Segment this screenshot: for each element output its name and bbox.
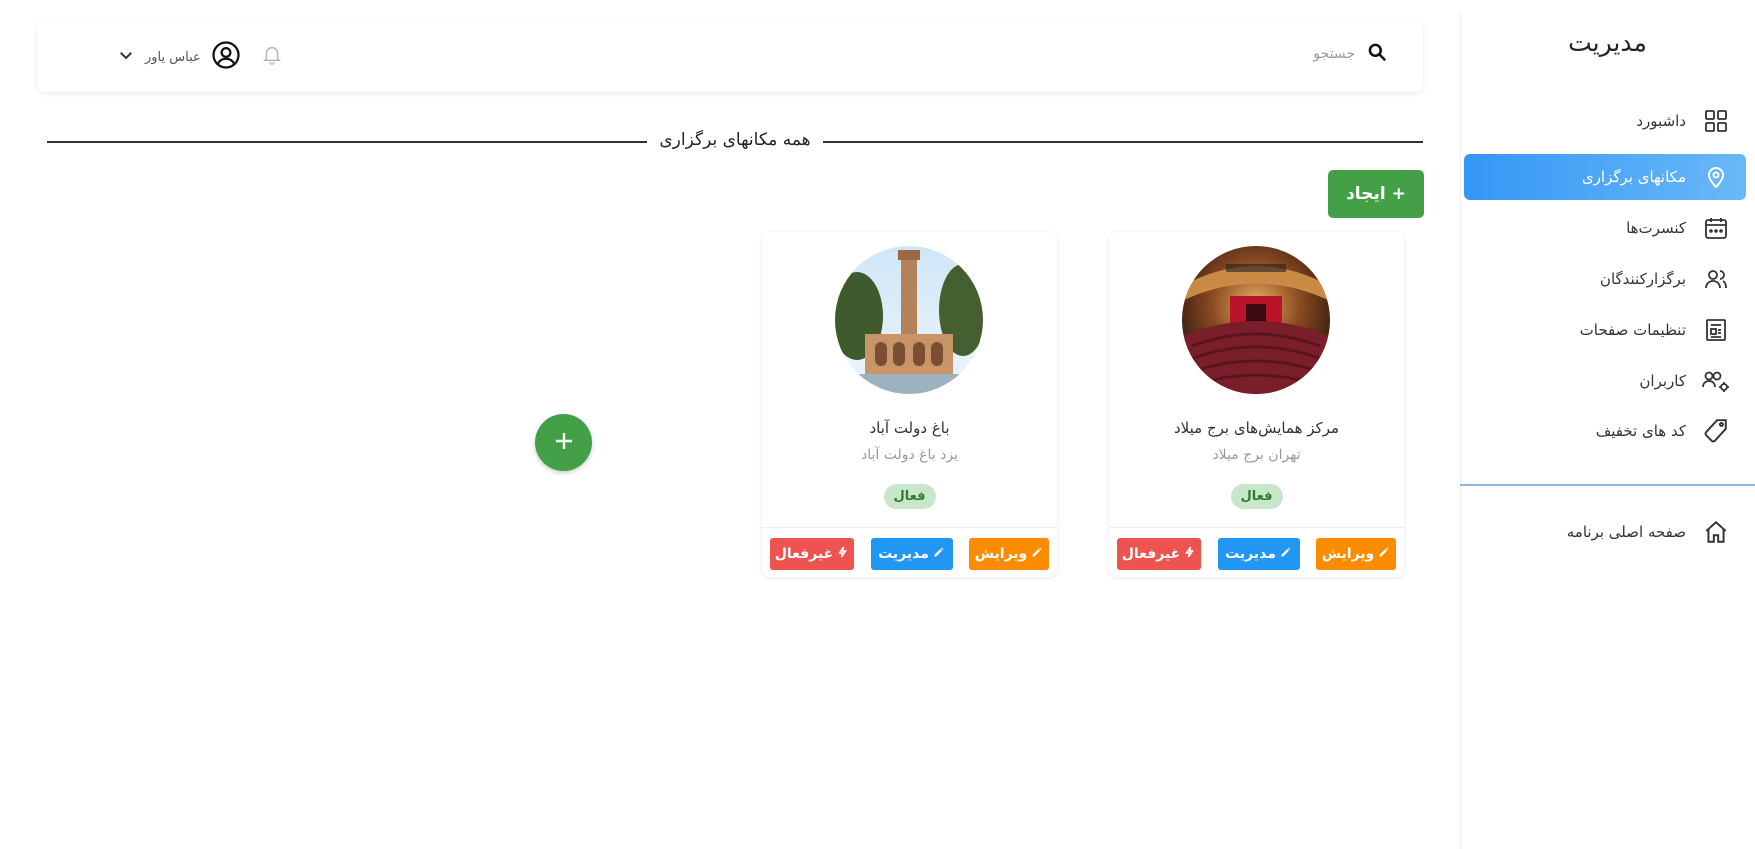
card-actions: غیرفعال مدیریت ویرایش bbox=[762, 527, 1057, 570]
add-venue-button[interactable] bbox=[535, 414, 592, 471]
grid-icon bbox=[1702, 107, 1730, 135]
pencil-icon bbox=[1378, 546, 1390, 562]
venue-location: تهران برج میلاد bbox=[1212, 447, 1301, 463]
search-box bbox=[1155, 42, 1387, 66]
sidebar-item-label: کد های تخفیف bbox=[1595, 422, 1686, 440]
deactivate-button-label: غیرفعال bbox=[1121, 546, 1181, 562]
venue-image bbox=[1182, 246, 1330, 394]
organizers-icon bbox=[1702, 265, 1730, 293]
deactivate-button-label: غیرفعال bbox=[774, 546, 834, 562]
sidebar-item-venues[interactable]: مکانهای برگزاری bbox=[1464, 154, 1746, 200]
status-badge: فعال bbox=[883, 484, 936, 509]
edit-button[interactable]: ویرایش bbox=[969, 538, 1049, 570]
manage-button-label: مدیریت bbox=[878, 546, 929, 562]
sidebar-item-label: صفحه اصلی برنامه bbox=[1566, 523, 1686, 541]
plus-icon bbox=[554, 431, 574, 455]
deactivate-button[interactable]: غیرفعال bbox=[770, 538, 854, 570]
venue-image bbox=[835, 246, 983, 394]
sidebar-item-label: کنسرت‌ها bbox=[1626, 219, 1686, 237]
notification-bell-icon[interactable] bbox=[261, 42, 283, 66]
sidebar-item-label: برگزارکنندگان bbox=[1599, 270, 1686, 288]
search-input[interactable] bbox=[1155, 46, 1355, 62]
sidebar-item-label: داشبورد bbox=[1636, 112, 1686, 130]
pencil-icon bbox=[1031, 546, 1043, 562]
manage-button-label: مدیریت bbox=[1225, 546, 1276, 562]
venue-card: مرکز همایش‌های برج میلاد تهران برج میلاد… bbox=[1109, 232, 1404, 577]
sidebar-item-organizers[interactable]: برگزارکنندگان bbox=[1464, 256, 1746, 302]
page-settings-icon bbox=[1702, 316, 1730, 344]
tag-icon bbox=[1702, 417, 1730, 445]
pencil-icon bbox=[933, 546, 945, 562]
location-pin-icon bbox=[1702, 163, 1730, 191]
top-bar: عباس یاور bbox=[37, 18, 1423, 92]
plus-icon: + bbox=[1391, 184, 1406, 204]
divider-right bbox=[823, 141, 1423, 143]
manage-button[interactable]: مدیریت bbox=[1217, 538, 1300, 570]
sidebar-item-home[interactable]: صفحه اصلی برنامه bbox=[1464, 509, 1746, 555]
sidebar-item-dashboard[interactable]: داشبورد bbox=[1464, 98, 1746, 144]
edit-button-label: ویرایش bbox=[974, 546, 1028, 562]
sidebar: مدیریت داشبورد مکانهای برگزاری کنسرت‌ها bbox=[1460, 12, 1755, 849]
user-menu[interactable]: عباس یاور bbox=[117, 40, 241, 74]
venue-name: باغ دولت آباد bbox=[869, 419, 950, 437]
sidebar-item-users[interactable]: کاربران bbox=[1464, 358, 1746, 404]
venue-name: مرکز همایش‌های برج میلاد bbox=[1173, 419, 1340, 437]
chevron-down-icon bbox=[117, 46, 135, 68]
create-button-label: ایجاد bbox=[1346, 184, 1386, 204]
manage-button[interactable]: مدیریت bbox=[870, 538, 953, 570]
user-avatar-icon bbox=[211, 40, 241, 74]
sidebar-item-page-settings[interactable]: تنظیمات صفحات bbox=[1464, 307, 1746, 353]
sidebar-divider bbox=[1460, 484, 1755, 486]
sidebar-item-discount-codes[interactable]: کد های تخفیف bbox=[1464, 408, 1746, 454]
create-button[interactable]: ایجاد + bbox=[1328, 170, 1424, 218]
user-name: عباس یاور bbox=[145, 49, 201, 65]
users-gear-icon bbox=[1702, 367, 1730, 395]
edit-button-label: ویرایش bbox=[1321, 546, 1375, 562]
card-actions: غیرفعال مدیریت ویرایش bbox=[1109, 527, 1404, 570]
sidebar-item-label: تنظیمات صفحات bbox=[1579, 321, 1686, 339]
venue-location: یزد باغ دولت آباد bbox=[860, 447, 958, 463]
page-title: همه مکانهای برگزاری bbox=[659, 130, 811, 150]
power-off-icon bbox=[837, 546, 849, 562]
sidebar-item-label: کاربران bbox=[1639, 372, 1686, 390]
edit-button[interactable]: ویرایش bbox=[1316, 538, 1396, 570]
section-header: همه مکانهای برگزاری bbox=[47, 128, 1423, 158]
venue-card: باغ دولت آباد یزد باغ دولت آباد فعال غیر… bbox=[762, 232, 1057, 577]
search-icon[interactable] bbox=[1367, 42, 1387, 66]
deactivate-button[interactable]: غیرفعال bbox=[1117, 538, 1201, 570]
sidebar-title: مدیریت bbox=[1568, 28, 1647, 57]
power-off-icon bbox=[1184, 546, 1196, 562]
calendar-icon bbox=[1702, 214, 1730, 242]
status-badge: فعال bbox=[1230, 484, 1283, 509]
sidebar-item-concerts[interactable]: کنسرت‌ها bbox=[1464, 205, 1746, 251]
sidebar-item-label: مکانهای برگزاری bbox=[1581, 168, 1686, 186]
pencil-icon bbox=[1280, 546, 1292, 562]
home-icon bbox=[1702, 518, 1730, 546]
